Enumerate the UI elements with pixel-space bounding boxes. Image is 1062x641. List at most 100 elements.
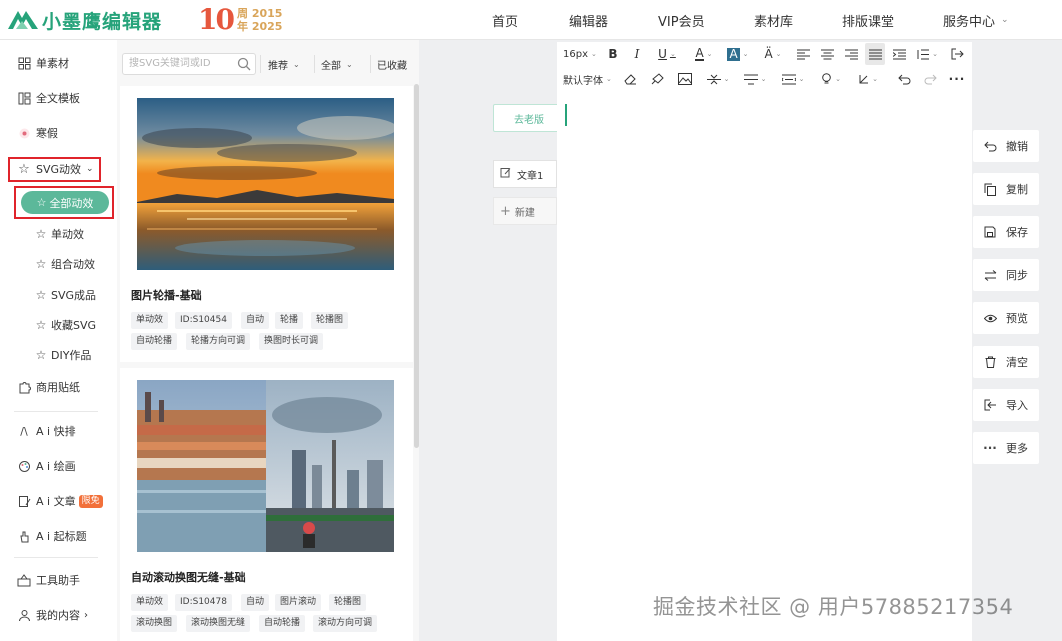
brand-logo[interactable]: 小墨鹰编辑器 bbox=[6, 6, 162, 34]
card-tag[interactable]: 轮播图 bbox=[329, 594, 367, 611]
font-family-dropdown[interactable]: 默认字体 ⌄ bbox=[563, 68, 612, 90]
copy-icon bbox=[982, 181, 998, 197]
exit-icon[interactable] bbox=[950, 43, 964, 65]
card-tag[interactable]: 轮播 bbox=[275, 312, 304, 329]
eraser-icon[interactable] bbox=[623, 68, 637, 90]
card-thumbnail-city[interactable] bbox=[137, 380, 394, 552]
sidebar-item-tools[interactable]: 工具助手 bbox=[0, 565, 117, 595]
line-height-icon[interactable]: ⌄ bbox=[914, 43, 940, 65]
card-tag[interactable]: 自动轮播 bbox=[259, 615, 306, 632]
sidebar-sub-label: 单动效 bbox=[51, 228, 84, 241]
svg-card[interactable]: 自动滚动换图无缝-基础 单动效 ID:S10478 自动 图片滚动 轮播图 滚动… bbox=[120, 368, 413, 641]
font-size-dropdown[interactable]: 16px ⌄ bbox=[563, 43, 597, 65]
font-color-icon[interactable]: A ⌄ bbox=[691, 43, 717, 65]
sidebar-item-label: 全文模板 bbox=[36, 92, 80, 105]
search-icon[interactable] bbox=[237, 57, 251, 71]
sidebar-sub-diy[interactable]: ☆ DIY作品 bbox=[0, 342, 117, 368]
sidebar-item-vacation[interactable]: 寒假 bbox=[0, 118, 117, 148]
nav-vip[interactable]: VIP会员 bbox=[658, 0, 705, 40]
star-icon: ☆ bbox=[35, 227, 47, 241]
sidebar-sub-products[interactable]: ☆ SVG成品 bbox=[0, 282, 117, 308]
sidebar-item-ai-article[interactable]: A i 文章 限免 bbox=[0, 486, 117, 516]
user-icon bbox=[16, 607, 32, 623]
preview-action-button[interactable]: 预览 bbox=[973, 302, 1039, 334]
card-tag[interactable]: 单动效 bbox=[131, 594, 169, 611]
align-center-icon[interactable] bbox=[820, 43, 834, 65]
highlight-frame-svg bbox=[8, 157, 101, 182]
clear-action-button[interactable]: 清空 bbox=[973, 346, 1039, 378]
sidebar-item-ai-paint[interactable]: A i 绘画 bbox=[0, 451, 117, 481]
more-action-button[interactable]: ··· 更多 bbox=[973, 432, 1039, 464]
italic-icon[interactable]: I bbox=[630, 43, 644, 65]
sidebar-sub-all-active[interactable]: ☆ 全部动效 bbox=[21, 191, 109, 214]
undo-action-button[interactable]: 撤销 bbox=[973, 130, 1039, 162]
format-brush-icon[interactable] bbox=[650, 68, 664, 90]
sync-action-button[interactable]: 同步 bbox=[973, 259, 1039, 291]
grid-icon bbox=[16, 55, 32, 71]
sidebar-sub-favorites[interactable]: ☆ 收藏SVG bbox=[0, 312, 117, 338]
filter-scope-dropdown[interactable]: 全部 ⌄ bbox=[321, 53, 353, 75]
nav-home[interactable]: 首页 bbox=[492, 0, 518, 40]
lightbulb-icon[interactable]: ⌄ bbox=[818, 68, 844, 90]
old-version-button[interactable]: 去老版 bbox=[493, 104, 565, 132]
new-document-button[interactable]: + 新建 bbox=[493, 197, 557, 225]
card-tag[interactable]: 轮播图 bbox=[311, 312, 349, 329]
card-tag[interactable]: 轮播方向可调 bbox=[186, 333, 251, 350]
align-left-icon[interactable] bbox=[796, 43, 810, 65]
bold-icon[interactable]: B bbox=[606, 43, 620, 65]
more-icon[interactable]: ··· bbox=[949, 68, 965, 90]
sidebar-sub-single[interactable]: ☆ 单动效 bbox=[0, 221, 117, 247]
sidebar-item-template[interactable]: 全文模板 bbox=[0, 83, 117, 113]
indent-icon[interactable] bbox=[892, 43, 906, 65]
document-tab[interactable]: 文章1 bbox=[493, 160, 557, 188]
search-input[interactable]: 搜SVG关键词或ID bbox=[122, 53, 256, 75]
card-tag[interactable]: 换图时长可调 bbox=[259, 333, 324, 350]
sidebar-item-material[interactable]: 单素材 bbox=[0, 48, 117, 78]
copy-action-button[interactable]: 复制 bbox=[973, 173, 1039, 205]
redo-icon[interactable] bbox=[923, 68, 937, 90]
action-label: 更多 bbox=[1006, 442, 1028, 455]
filter-sort-dropdown[interactable]: 推荐 ⌄ bbox=[268, 53, 300, 75]
sidebar-item-my-content[interactable]: 我的内容 › bbox=[0, 600, 117, 630]
align-right-icon[interactable] bbox=[844, 43, 858, 65]
background-color-icon[interactable]: A ⌄ bbox=[725, 43, 751, 65]
letter-spacing-icon[interactable]: ⌄ bbox=[779, 68, 807, 90]
card-tag[interactable]: 自动轮播 bbox=[131, 333, 178, 350]
city-scroll-image bbox=[137, 380, 394, 552]
underline-icon[interactable]: U ⌄ bbox=[654, 43, 680, 65]
filter-favorites[interactable]: 已收藏 bbox=[377, 53, 407, 75]
text-effect-icon[interactable]: Ä ⌄ bbox=[760, 43, 786, 65]
card-tag[interactable]: 图片滚动 bbox=[275, 594, 322, 611]
rotate-icon[interactable]: ⌄ bbox=[855, 68, 881, 90]
sidebar-item-stickers[interactable]: 商用贴纸 bbox=[0, 372, 117, 402]
sidebar-sub-combo[interactable]: ☆ 组合动效 bbox=[0, 251, 117, 277]
align-justify-icon[interactable] bbox=[865, 43, 885, 65]
nav-editor[interactable]: 编辑器 bbox=[569, 0, 608, 40]
card-tag[interactable]: 滚动换图无缝 bbox=[186, 615, 251, 632]
card-tag[interactable]: 单动效 bbox=[131, 312, 169, 329]
divider-icon[interactable]: ⌄ bbox=[704, 68, 732, 90]
undo-icon[interactable] bbox=[897, 68, 911, 90]
paragraph-spacing-icon[interactable]: ⌄ bbox=[741, 68, 769, 90]
sidebar-item-ai-layout[interactable]: /\ A i 快排 bbox=[0, 416, 117, 446]
save-action-button[interactable]: 保存 bbox=[973, 216, 1039, 248]
sidebar-item-ai-title[interactable]: A i 起标题 bbox=[0, 521, 117, 551]
card-tag[interactable]: 自动 bbox=[241, 594, 270, 611]
sidebar-item-label: A i 绘画 bbox=[36, 460, 76, 473]
card-thumbnail-sunset[interactable] bbox=[137, 98, 394, 270]
import-action-button[interactable]: 导入 bbox=[973, 389, 1039, 421]
card-title: 自动滚动换图无缝-基础 bbox=[131, 571, 246, 584]
editor-app: 小墨鹰编辑器 10 周 2015 年 2025 首页 编辑器 VIP会员 素材库… bbox=[0, 0, 1062, 641]
nav-course[interactable]: 排版课堂 bbox=[842, 0, 894, 40]
sync-icon bbox=[982, 267, 998, 283]
card-tag[interactable]: 滚动换图 bbox=[131, 615, 178, 632]
nav-service[interactable]: 服务中心 ⌄ bbox=[943, 0, 1009, 40]
image-icon[interactable] bbox=[677, 68, 693, 90]
action-label: 同步 bbox=[1006, 269, 1028, 282]
card-tag[interactable]: 滚动方向可调 bbox=[313, 615, 378, 632]
svg-card[interactable]: 图片轮播-基础 单动效 ID:S10454 自动 轮播 轮播图 自动轮播 轮播方… bbox=[120, 86, 413, 362]
nav-materials[interactable]: 素材库 bbox=[754, 0, 793, 40]
editor-canvas[interactable]: 16px ⌄ B I U ⌄ A ⌄ A ⌄ Ä ⌄ ⌄ 默认字体 ⌄ ⌄ ⌄ … bbox=[557, 42, 972, 641]
layout-icon bbox=[16, 90, 32, 106]
card-tag[interactable]: 自动 bbox=[241, 312, 270, 329]
